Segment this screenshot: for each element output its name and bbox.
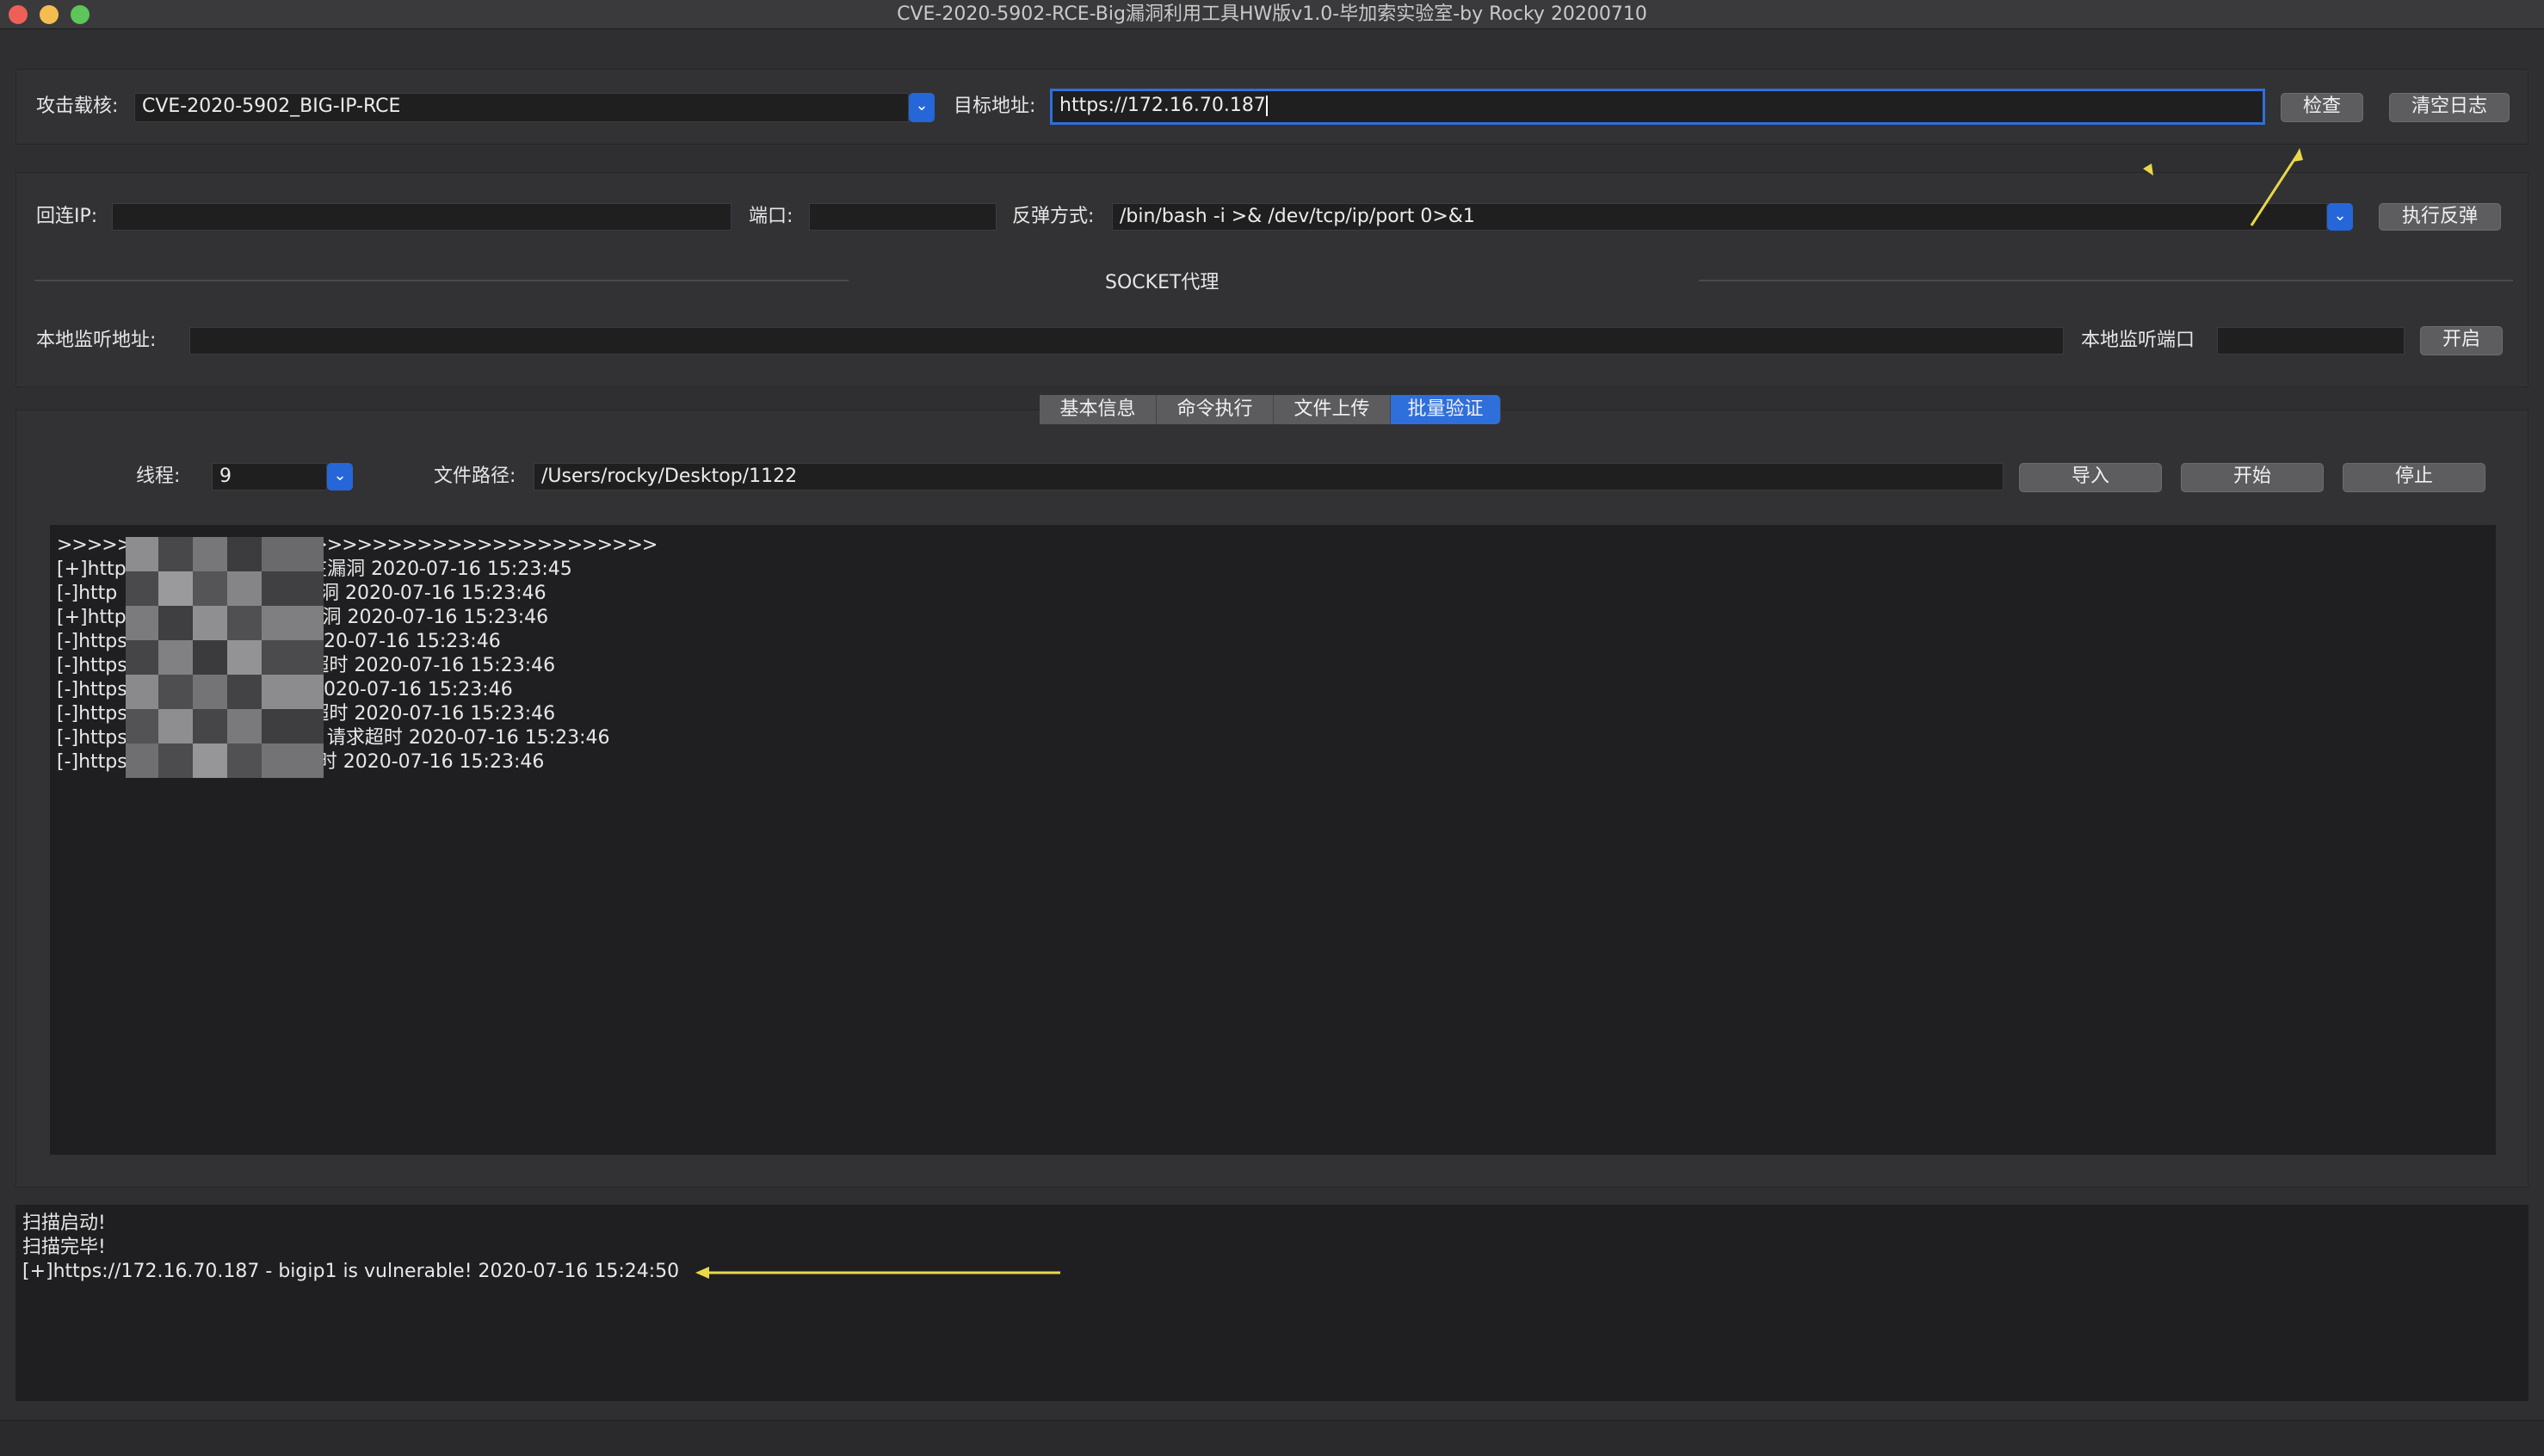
annotation-arrowhead-small bbox=[2143, 163, 2153, 176]
annotation-overlay bbox=[695, 148, 2303, 1279]
annotation-arrowhead-horizontal bbox=[695, 1267, 709, 1279]
annotation-arrowhead-diagonal bbox=[2293, 148, 2303, 162]
annotation-arrow-diagonal bbox=[2250, 151, 2301, 226]
